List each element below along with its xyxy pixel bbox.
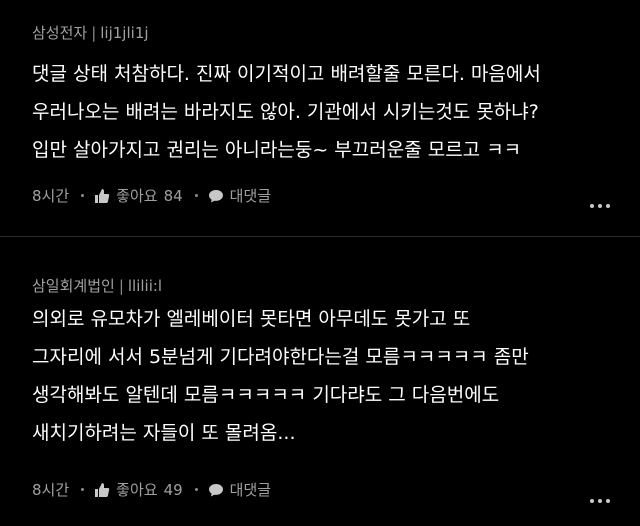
- reply-label: 대댓글: [229, 481, 272, 499]
- header-separator: |: [91, 23, 97, 42]
- comment-body-line: 의외로 유모차가 엘레베이터 못타면 아무데도 못가고 또: [32, 308, 471, 330]
- author-id[interactable]: lij1jli1j: [100, 24, 148, 42]
- more-dots-icon[interactable]: [590, 200, 610, 212]
- footer-separator-dot: [194, 194, 198, 197]
- comment-body-line: 우러나오는 배려는 바라지도 않아. 기관에서 시키는것도 못하냐?: [32, 101, 539, 123]
- comment-footer: 8시간 좋아요 84 대댓글: [32, 185, 612, 206]
- comment-item: 삼성전자 | lij1jli1j 댓글 상태 처참하다. 진짜 이기적이고 배려…: [0, 0, 640, 226]
- author-company[interactable]: 삼성전자: [32, 22, 87, 43]
- comment-header: 삼성전자 | lij1jli1j: [32, 22, 149, 43]
- thumbs-up-icon: [95, 482, 110, 497]
- comment-body-line: 댓글 상태 처참하다. 진짜 이기적이고 배려할줄 모른다. 마음에서: [32, 63, 541, 85]
- reply-button[interactable]: 대댓글: [208, 479, 271, 500]
- like-button[interactable]: 좋아요 84: [94, 185, 183, 206]
- like-count: 84: [163, 186, 183, 205]
- comment-body-line: 입만 살아가지고 권리는 아니라는둥~ 부끄러운줄 모르고 ㅋㅋ: [32, 139, 522, 161]
- more-dots-icon[interactable]: [590, 495, 610, 507]
- like-button[interactable]: 좋아요 49: [94, 479, 183, 500]
- speech-bubble-icon: [208, 483, 223, 496]
- comment-body-line: 그자리에 서서 5분넘게 기다려야한다는걸 모름ㅋㅋㅋㅋㅋ 좀만: [32, 346, 529, 368]
- comment-item: 삼일회계법인 | llilii:l 의외로 유모차가 엘레베이터 못타면 아무데…: [0, 257, 640, 526]
- comment-body-line: 생각해봐도 알텐데 모름ㅋㅋㅋㅋㅋ 기다랴도 그 다음번에도: [32, 384, 500, 406]
- comment-footer: 8시간 좋아요 49 대댓글: [32, 479, 612, 500]
- comment-header: 삼일회계법인 | llilii:l: [32, 275, 162, 296]
- like-count: 49: [163, 480, 183, 499]
- like-label: 좋아요: [116, 187, 158, 205]
- comment-body: 의외로 유모차가 엘레베이터 못타면 아무데도 못가고 또 그자리에 서서 5분…: [32, 300, 632, 452]
- comment-divider: [0, 236, 640, 237]
- comment-time: 8시간: [32, 481, 70, 499]
- author-company[interactable]: 삼일회계법인: [32, 275, 115, 296]
- footer-separator-dot: [81, 488, 85, 491]
- speech-bubble-icon: [208, 189, 223, 202]
- header-separator: |: [118, 276, 124, 295]
- like-label: 좋아요: [116, 481, 158, 499]
- footer-separator-dot: [194, 488, 198, 491]
- comment-time: 8시간: [32, 187, 70, 205]
- author-id[interactable]: llilii:l: [128, 277, 162, 295]
- comment-body: 댓글 상태 처참하다. 진짜 이기적이고 배려할줄 모른다. 마음에서 우러나오…: [32, 55, 632, 169]
- footer-separator-dot: [81, 194, 85, 197]
- comment-body-line: 새치기하려는 자들이 또 몰려옴...: [32, 422, 296, 444]
- thumbs-up-icon: [95, 188, 110, 203]
- reply-button[interactable]: 대댓글: [208, 185, 271, 206]
- reply-label: 대댓글: [229, 187, 272, 205]
